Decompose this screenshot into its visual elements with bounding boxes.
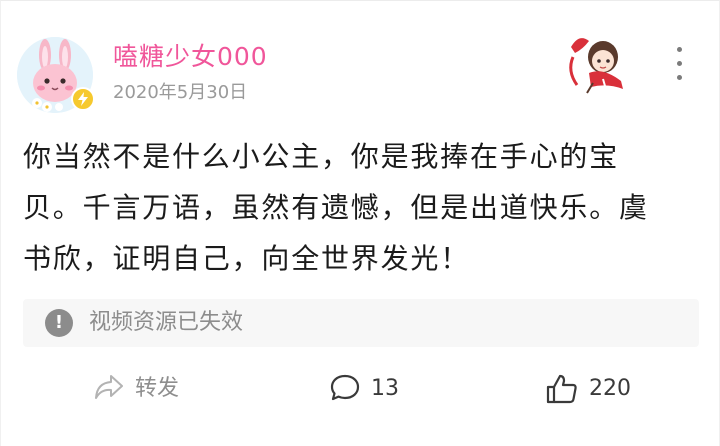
anime-girl-sticker-icon	[569, 38, 623, 94]
lightning-badge-icon	[78, 92, 88, 106]
username[interactable]: 嗑糖少女000	[113, 41, 268, 73]
post-text-line: 贝。千言万语，虽然有遗憾，但是出道快乐。虞	[23, 191, 649, 224]
forward-arrow-icon	[95, 375, 123, 399]
exclamation-icon: !	[45, 309, 73, 337]
post-card: 嗑糖少女000 2020年5月30日 你当然不是什么小公主，你是我捧在手心的宝 …	[0, 0, 720, 446]
post-text: 你当然不是什么小公主，你是我捧在手心的宝 贝。千言万语，虽然有遗憾，但是出道快乐…	[23, 131, 703, 284]
forward-button[interactable]: 转发	[93, 369, 213, 409]
comment-button[interactable]: 13	[329, 369, 429, 409]
comment-count: 13	[371, 376, 399, 401]
post-date: 2020年5月30日	[113, 82, 248, 103]
like-count: 220	[589, 376, 631, 401]
thumbs-up-icon	[546, 374, 577, 404]
vertical-ellipsis-icon	[676, 47, 682, 52]
post-text-line: 书欣，证明自己，向全世界发光！	[23, 242, 471, 275]
verified-badge	[71, 87, 95, 111]
like-button[interactable]: 220	[545, 369, 655, 409]
post-text-line: 你当然不是什么小公主，你是我捧在手心的宝	[23, 140, 620, 173]
corner-sticker	[563, 27, 633, 97]
notice-text: 视频资源已失效	[89, 310, 244, 335]
more-options-button[interactable]	[669, 47, 689, 83]
forward-label: 转发	[135, 376, 180, 401]
video-unavailable-notice: ! 视频资源已失效	[23, 299, 699, 347]
comment-bubble-icon	[330, 374, 360, 401]
